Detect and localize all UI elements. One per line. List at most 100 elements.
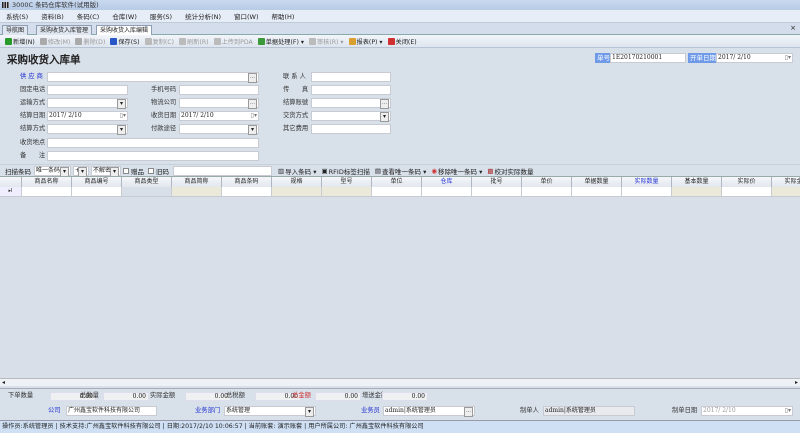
check-icon: ▩	[487, 166, 494, 175]
import-barcode-button[interactable]: 导入条码 ▾	[285, 166, 316, 176]
menu-item[interactable]: 资料(B)	[41, 11, 64, 21]
toolbar-button[interactable]: 报表(P) ▾	[348, 37, 383, 46]
rfid-scan-button[interactable]: RFID标签扫描	[329, 166, 370, 176]
grid-cell[interactable]	[172, 187, 222, 197]
remark-label: 备 注	[20, 152, 46, 159]
toolbar-button[interactable]: 单据处理(F) ▾	[257, 37, 304, 46]
toolbar-button[interactable]: 上传到PDA	[213, 37, 253, 46]
menu-bar: 系统(S) 资料(B) 条码(C) 仓库(W) 服务(S) 统计分析(N) 窗口(W) 帮助(…	[0, 10, 800, 23]
toolbar-button[interactable]: 刷新(R)	[179, 37, 209, 46]
column-header[interactable]: 基本数量	[672, 177, 722, 187]
column-header[interactable]: 单据数量	[572, 177, 622, 187]
menu-item[interactable]: 仓库(W)	[112, 11, 137, 21]
toolbar-button[interactable]: 删除(D)	[75, 37, 105, 46]
column-header[interactable]: 型号	[322, 177, 372, 187]
column-header[interactable]: 商品编号	[72, 177, 122, 187]
sign-select[interactable]: +	[73, 165, 89, 177]
open-date-picker[interactable]: 2017/ 2/10	[716, 53, 793, 63]
window-title: 3000C 条码仓库软件(试用版)	[12, 1, 99, 9]
trade-method-select[interactable]	[311, 111, 391, 122]
barcode-input[interactable]	[173, 165, 272, 176]
column-header[interactable]: 商品条码	[222, 177, 272, 187]
column-header[interactable]: 批号	[472, 177, 522, 187]
toolbar-button[interactable]: 新增(N)	[5, 37, 35, 46]
receive-date-picker[interactable]: 2017/ 2/10	[179, 111, 259, 121]
column-header[interactable]: 实际金额	[772, 177, 800, 187]
grid-cell[interactable]	[122, 187, 172, 197]
settle-account-field[interactable]	[311, 98, 391, 109]
grid-cell[interactable]	[472, 187, 522, 197]
toolbar-button[interactable]: 修改(M)	[39, 37, 70, 46]
items-grid[interactable]: ▸I 商品名称 商品编号 商品类型 商品简称 商品条码 规格 型号 单位 仓库 批号 单价 单据数量 实际…	[0, 176, 800, 378]
pay-channel-select[interactable]	[179, 124, 259, 135]
other-fee-field[interactable]	[311, 124, 391, 134]
column-header[interactable]: 实际价	[722, 177, 772, 187]
decrypt-select[interactable]: 不解密	[91, 165, 121, 177]
check-quantity-button[interactable]: 校对实际数量	[495, 166, 534, 176]
column-header[interactable]: 单位	[372, 177, 422, 187]
column-header[interactable]: 仓库	[422, 177, 472, 187]
grid-cell[interactable]	[372, 187, 422, 197]
horizontal-scrollbar[interactable]: ◂ ▸	[0, 378, 800, 386]
company-field[interactable]: 广州鑫宝软件科技有限公司	[66, 406, 157, 416]
clerk-field[interactable]: admin|系统管理员	[383, 406, 475, 417]
grid-cell[interactable]	[672, 187, 722, 197]
order-no-field[interactable]: 1E20170210001	[610, 53, 686, 63]
tab-navigation[interactable]: 导航图	[2, 25, 29, 35]
phone-field[interactable]	[47, 85, 128, 95]
column-header[interactable]: 规格	[272, 177, 322, 187]
grid-cell[interactable]	[722, 187, 772, 197]
column-header[interactable]: 商品名称	[22, 177, 72, 187]
toolbar-button[interactable]: 保存(S)	[110, 37, 140, 46]
scan-mode-select[interactable]: 唯一条码	[34, 165, 71, 177]
contact-field[interactable]	[311, 72, 391, 82]
contact-label: 联 系 人	[283, 73, 306, 80]
return-label: 旧码	[156, 167, 169, 176]
grid-cell[interactable]	[272, 187, 322, 197]
address-field[interactable]	[47, 138, 259, 148]
grid-cell[interactable]	[322, 187, 372, 197]
fax-field[interactable]	[311, 85, 391, 95]
toolbar-button[interactable]: 审核(R) ▾	[308, 37, 344, 46]
menu-item[interactable]: 系统(S)	[6, 11, 28, 21]
menu-item[interactable]: 统计分析(N)	[185, 11, 221, 21]
mobile-field[interactable]	[179, 85, 259, 95]
return-checkbox[interactable]	[148, 167, 154, 174]
view-barcode-button[interactable]: 查看唯一条码 ▾	[382, 166, 426, 176]
supplier-field[interactable]	[47, 72, 259, 83]
toolbar-button-label: 刷新(R)	[187, 38, 209, 46]
menu-item[interactable]: 服务(S)	[150, 11, 172, 21]
menu-item[interactable]: 窗口(W)	[234, 11, 259, 21]
menu-item[interactable]: 帮助(H)	[272, 11, 295, 21]
column-header[interactable]: 商品简称	[172, 177, 222, 187]
grid-cell[interactable]	[422, 187, 472, 197]
column-header[interactable]: 实际数量	[622, 177, 672, 187]
supplier-label[interactable]: 供 应 商	[20, 72, 43, 82]
toolbar-button-label: 新增(N)	[13, 38, 35, 46]
settle-method-select[interactable]	[47, 124, 128, 135]
remark-field[interactable]	[47, 151, 259, 161]
pencil-icon	[39, 37, 47, 45]
grid-cell[interactable]	[22, 187, 72, 197]
grid-cell[interactable]	[622, 187, 672, 197]
menu-item[interactable]: 条码(C)	[77, 11, 100, 21]
grid-cell[interactable]	[772, 187, 800, 197]
remove-barcode-button[interactable]: 移除唯一条码 ▾	[438, 166, 482, 176]
column-header[interactable]: 商品类型	[122, 177, 172, 187]
close-tab-icon[interactable]: ×	[790, 24, 796, 32]
logistics-field[interactable]	[179, 98, 259, 109]
grid-cell[interactable]	[572, 187, 622, 197]
grid-cell[interactable]	[522, 187, 572, 197]
grid-cell[interactable]	[222, 187, 272, 197]
toolbar-button[interactable]: 关闭(E)	[387, 37, 417, 46]
tab-purchase-manage[interactable]: 采购收货入库管理	[36, 25, 93, 35]
gift-checkbox[interactable]	[123, 167, 129, 174]
summary-value: 0.00	[315, 392, 361, 401]
transport-select[interactable]	[47, 98, 128, 109]
toolbar-button[interactable]: 复制(C)	[144, 37, 174, 46]
summary-value: 0.00	[185, 392, 231, 401]
grid-cell[interactable]	[72, 187, 122, 197]
column-header[interactable]: 单价	[522, 177, 572, 187]
settle-date-picker[interactable]: 2017/ 2/10	[47, 111, 128, 121]
dept-select[interactable]: 系统管理	[224, 406, 316, 417]
